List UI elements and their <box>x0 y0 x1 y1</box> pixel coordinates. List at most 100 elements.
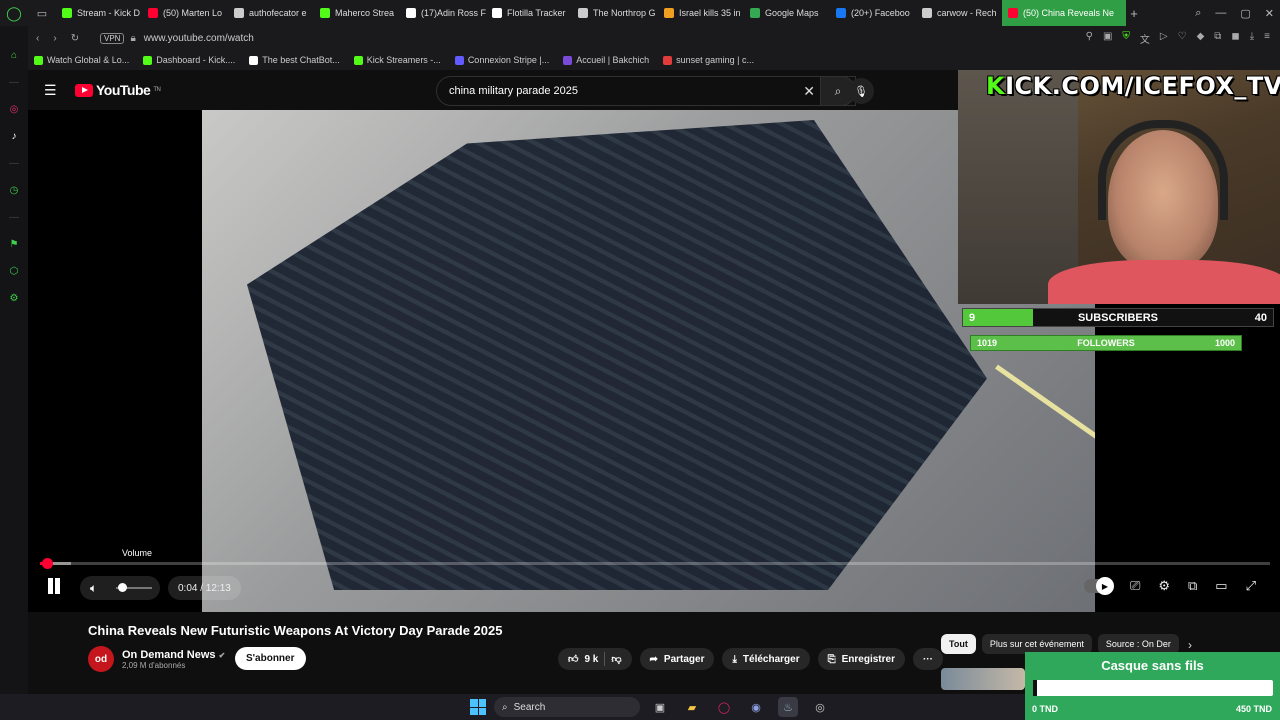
steam-icon[interactable]: ♨ <box>778 697 798 717</box>
divider-line-icon: — <box>9 211 19 223</box>
new-tab-button[interactable]: + <box>1126 6 1142 21</box>
bookmark-item[interactable]: Connexion Stripe |... <box>454 55 549 65</box>
address-bar: ‹ › ↻ VPN 🔒︎ www.youtube.com/watch ⚲ ▣ ⛨… <box>0 26 1280 50</box>
volume-control[interactable]: 🔈︎ <box>80 576 160 600</box>
tab-favicon-icon <box>836 8 846 18</box>
browser-tab-active[interactable]: (50) China Reveals Ne <box>1002 0 1126 26</box>
browser-tab[interactable]: Stream - Kick D <box>56 0 142 26</box>
translate-icon[interactable]: 文 <box>1140 31 1150 46</box>
vpn-badge[interactable]: VPN <box>100 32 125 44</box>
download-button[interactable]: ⤓ Télécharger <box>722 648 810 670</box>
search-input[interactable]: china military parade 2025 <box>449 85 578 97</box>
like-count[interactable]: 9 k <box>584 654 598 665</box>
share-button[interactable]: ➦ Partager <box>639 648 715 670</box>
file-explorer-icon[interactable]: ▰ <box>682 697 702 717</box>
browser-tab[interactable]: (50) Marten Lo <box>142 0 228 26</box>
browser-tab[interactable]: (17)Adin Ross F <box>400 0 486 26</box>
browser-tab[interactable]: Maherco Strea <box>314 0 400 26</box>
channel-name-row[interactable]: On Demand News ✔ <box>122 649 225 661</box>
tiktok-icon[interactable]: ♪ <box>7 129 21 143</box>
channel-avatar[interactable]: od <box>88 646 114 672</box>
pause-button[interactable] <box>46 578 62 596</box>
browser-tab[interactable]: (20+) Faceboo <box>830 0 916 26</box>
bookmark-label: Watch Global & Lo... <box>47 55 130 65</box>
subscribe-button[interactable]: S'abonner <box>235 647 306 670</box>
opera-gx-icon[interactable]: ◯ <box>714 697 734 717</box>
miniplayer-icon[interactable]: ⧉ <box>1188 578 1197 594</box>
browser-tab[interactable]: The Northrop G <box>572 0 658 26</box>
youtube-logo[interactable]: YouTube TN <box>75 82 161 98</box>
volume-slider-handle[interactable] <box>117 583 127 592</box>
browser-tab[interactable]: Israel kills 35 in <box>658 0 744 26</box>
taskbar-search[interactable]: ⌕ Search <box>494 697 640 717</box>
discord-icon[interactable]: ◉ <box>746 697 766 717</box>
shield-icon[interactable]: ⛨ <box>1122 31 1130 46</box>
chip-1[interactable]: Plus sur cet événement <box>981 634 1092 654</box>
settings-icon[interactable]: ⚙ <box>7 291 21 305</box>
search-box[interactable]: china military parade 2025 ✕ ⌕ <box>436 76 856 106</box>
chip-0[interactable]: Tout <box>941 634 976 654</box>
bookmark-item[interactable]: Watch Global & Lo... <box>34 55 129 65</box>
download-label: Télécharger <box>742 653 800 665</box>
search-tabs-icon[interactable]: ⌕ <box>1195 7 1201 20</box>
opera-menu-icon[interactable]: ◯ <box>0 0 28 26</box>
voice-search-button[interactable]: 🎙︎ <box>848 78 874 104</box>
play-icon[interactable]: ▷ <box>1160 31 1168 46</box>
profile-avatar[interactable]: ◼ <box>1231 31 1239 46</box>
home-icon[interactable]: ⌂ <box>7 48 21 62</box>
bookmark-item[interactable]: Accueil | Bakchich <box>563 55 649 65</box>
workspaces-icon[interactable]: ▭ <box>28 0 56 26</box>
clear-search-icon[interactable]: ✕ <box>803 83 815 100</box>
hamburger-menu-icon[interactable]: ☰ <box>44 82 57 99</box>
extension-icon[interactable]: ◆ <box>1197 31 1205 46</box>
maximize-icon[interactable]: ▢ <box>1240 7 1250 20</box>
history-icon[interactable]: ◷ <box>7 183 21 197</box>
settings-gear-icon[interactable]: ⚙ <box>1158 578 1170 594</box>
windows-start-icon[interactable] <box>470 699 486 715</box>
chips-next-icon[interactable]: › <box>1188 638 1192 652</box>
extensions-puzzle-icon[interactable]: ⧉ <box>1214 31 1221 46</box>
forward-icon[interactable]: › <box>53 33 56 44</box>
save-button[interactable]: ⎘ Enregistrer <box>817 648 905 670</box>
theater-mode-icon[interactable]: ▭ <box>1215 578 1227 594</box>
divider-line-icon: — <box>9 157 19 169</box>
channel-name[interactable]: On Demand News <box>122 649 216 661</box>
obs-icon[interactable]: ◎ <box>810 697 830 717</box>
fullscreen-icon[interactable]: ⤢ <box>1246 578 1256 594</box>
progress-bar[interactable] <box>40 562 1270 565</box>
dislike-icon[interactable]: 👎︎ <box>611 653 621 665</box>
task-view-icon[interactable]: ▣ <box>650 697 670 717</box>
heart-icon[interactable]: ♡ <box>1178 31 1187 46</box>
kick-url-text: ICK.COM/ICEFOX_TV <box>1005 72 1280 100</box>
chip-2[interactable]: Source : On Der <box>1097 634 1179 654</box>
bookmark-icon[interactable]: ⚑ <box>7 237 21 251</box>
browser-tab[interactable]: Flotilla Tracker <box>486 0 572 26</box>
related-video-thumbnail[interactable] <box>941 668 1025 690</box>
browser-tab[interactable]: authofecator e <box>228 0 314 26</box>
minimize-icon[interactable]: — <box>1215 7 1226 19</box>
autoplay-toggle[interactable] <box>1083 577 1114 595</box>
pin-icon[interactable]: ⚲ <box>1086 31 1093 46</box>
subtitles-icon[interactable]: ⎚ <box>1130 578 1140 594</box>
more-actions-button[interactable]: ··· <box>912 648 943 670</box>
reload-icon[interactable]: ↻ <box>71 33 79 44</box>
download-icon[interactable]: ⤓ <box>1250 31 1254 46</box>
browser-tab[interactable]: Google Maps <box>744 0 830 26</box>
browser-tab[interactable]: carwow - Rech <box>916 0 1002 26</box>
youtube-play-logo-icon <box>75 83 93 97</box>
bookmark-item[interactable]: sunset gaming | c... <box>663 55 754 65</box>
close-window-icon[interactable]: ✕ <box>1265 7 1274 20</box>
bookmark-item[interactable]: Kick Streamers -... <box>353 55 441 65</box>
menu-icon[interactable]: ≡ <box>1264 31 1270 46</box>
screenshot-icon[interactable]: ▣ <box>1103 31 1112 46</box>
scrubber-handle[interactable] <box>41 558 53 569</box>
bookmark-item[interactable]: Dashboard - Kick.... <box>143 55 235 65</box>
instagram-icon[interactable]: ◎ <box>7 102 21 116</box>
bookmark-favicon-icon <box>34 55 43 65</box>
volume-icon[interactable]: 🔈︎ <box>90 581 97 596</box>
back-icon[interactable]: ‹ <box>36 33 39 44</box>
url-field[interactable]: www.youtube.com/watch <box>144 33 254 44</box>
like-icon[interactable]: 👍︎ <box>568 653 578 665</box>
bookmark-item[interactable]: The best ChatBot... <box>249 55 340 65</box>
extensions-icon[interactable]: ⬡ <box>7 264 21 278</box>
